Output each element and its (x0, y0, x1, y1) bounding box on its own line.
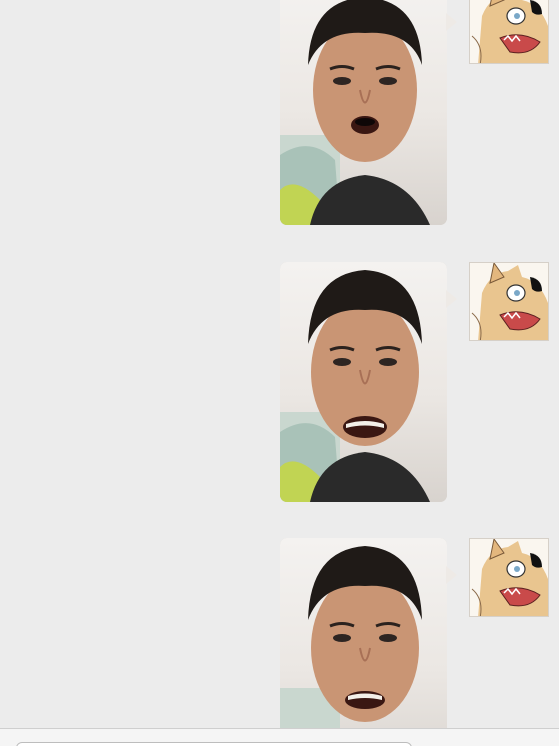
shiba-dog-avatar[interactable] (469, 538, 549, 617)
image-message-bubble[interactable] (280, 262, 457, 502)
image-message-bubble[interactable] (280, 538, 457, 728)
image-message-bubble[interactable] (280, 0, 457, 225)
message-input-bar (0, 728, 559, 746)
bubble-tail (446, 290, 457, 308)
selfie-photo (280, 0, 447, 225)
selfie-photo (280, 538, 447, 728)
selfie-photo (280, 262, 447, 502)
message-list[interactable] (0, 0, 559, 728)
bubble-tail (446, 566, 457, 584)
chat-screen (0, 0, 559, 746)
bubble-tail (446, 13, 457, 31)
message-input[interactable] (16, 742, 412, 746)
shiba-dog-avatar[interactable] (469, 0, 549, 64)
shiba-dog-avatar[interactable] (469, 262, 549, 341)
